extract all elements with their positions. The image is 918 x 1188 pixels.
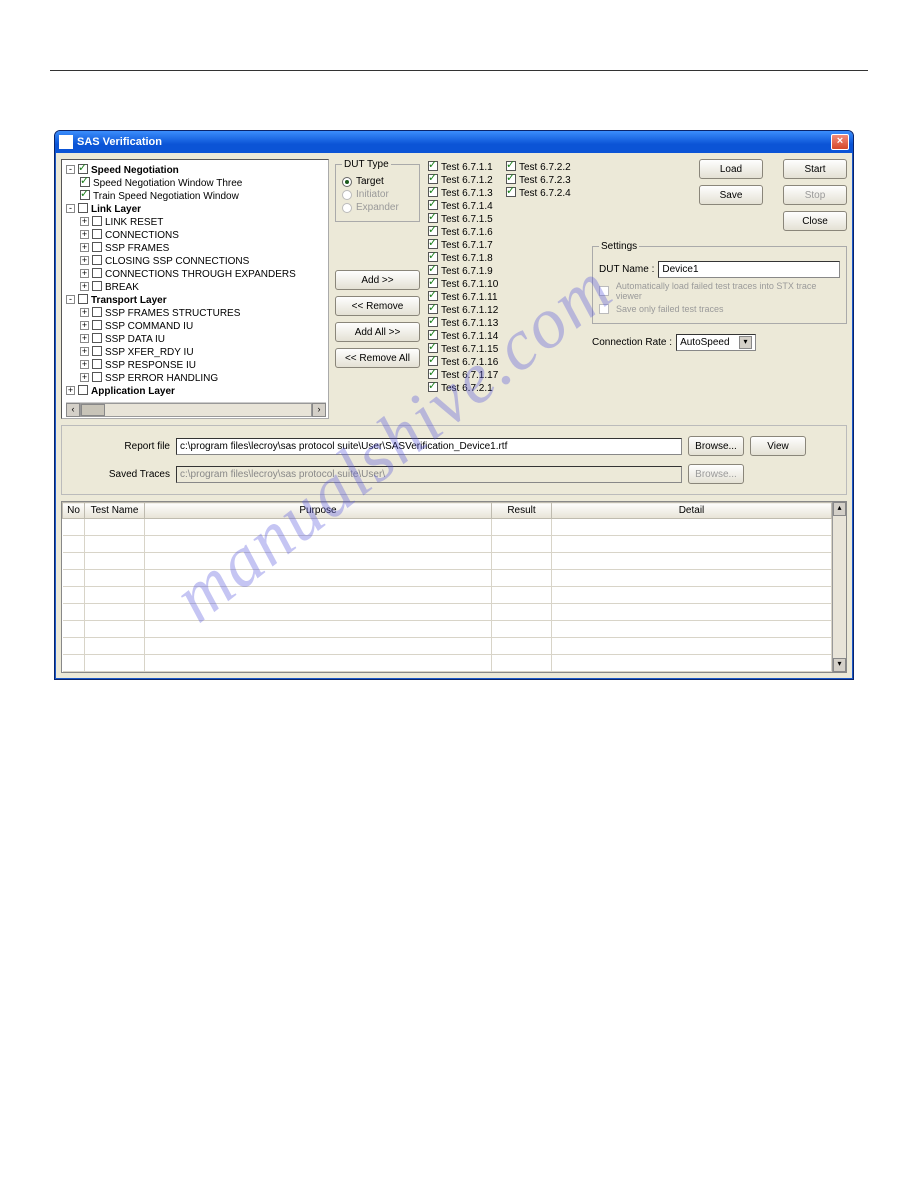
scroll-up-icon[interactable]: ▴	[833, 502, 846, 516]
chevron-down-icon[interactable]: ▾	[739, 336, 752, 349]
file-paths-panel: Report file Browse... View Saved Traces …	[61, 425, 847, 495]
dut-type-expander: Expander	[342, 202, 413, 213]
report-file-input[interactable]	[176, 438, 682, 455]
report-view-button[interactable]: View	[750, 436, 806, 456]
dut-type-group: DUT Type Target Initiator Expander	[335, 159, 420, 222]
results-grid[interactable]: No Test Name Purpose Result Detail	[61, 501, 847, 673]
col-test-name[interactable]: Test Name	[85, 503, 145, 519]
start-button[interactable]: Start	[783, 159, 847, 179]
connection-rate-combo[interactable]: AutoSpeed ▾	[676, 334, 756, 351]
close-button[interactable]: Close	[783, 211, 847, 231]
test-category-tree[interactable]: -Speed Negotiation Speed Negotiation Win…	[61, 159, 329, 419]
scroll-left-icon[interactable]: ‹	[66, 403, 80, 417]
app-icon	[59, 135, 73, 149]
dut-type-target[interactable]: Target	[342, 176, 413, 187]
close-icon[interactable]: ×	[831, 134, 849, 150]
dut-type-initiator: Initiator	[342, 189, 413, 200]
col-purpose[interactable]: Purpose	[145, 503, 492, 519]
table-row	[63, 553, 832, 570]
dut-name-input[interactable]	[658, 261, 840, 278]
scroll-down-icon[interactable]: ▾	[833, 658, 846, 672]
remove-all-button[interactable]: << Remove All	[335, 348, 420, 368]
table-row	[63, 655, 832, 672]
table-row	[63, 519, 832, 536]
save-failed-traces-checkbox: Save only failed test traces	[599, 304, 840, 314]
grid-vertical-scrollbar[interactable]: ▴ ▾	[832, 502, 846, 672]
stop-button: Stop	[783, 185, 847, 205]
remove-button[interactable]: << Remove	[335, 296, 420, 316]
selected-tests-list[interactable]: Test 6.7.1.1 Test 6.7.1.2 Test 6.7.1.3 T…	[426, 159, 586, 419]
table-row	[63, 570, 832, 587]
add-button[interactable]: Add >>	[335, 270, 420, 290]
load-button[interactable]: Load	[699, 159, 763, 179]
settings-group: Settings DUT Name : Automatically load f…	[592, 241, 847, 324]
window-title: SAS Verification	[77, 136, 831, 148]
saved-traces-input	[176, 466, 682, 483]
auto-load-traces-checkbox: Automatically load failed test traces in…	[599, 281, 840, 301]
table-row	[63, 638, 832, 655]
col-result[interactable]: Result	[492, 503, 552, 519]
saved-traces-label: Saved Traces	[102, 469, 170, 480]
report-browse-button[interactable]: Browse...	[688, 436, 744, 456]
sas-verification-window: SAS Verification × -Speed Negotiation Sp…	[54, 130, 854, 680]
col-detail[interactable]: Detail	[552, 503, 832, 519]
scroll-right-icon[interactable]: ›	[312, 403, 326, 417]
table-row	[63, 621, 832, 638]
add-all-button[interactable]: Add All >>	[335, 322, 420, 342]
save-button[interactable]: Save	[699, 185, 763, 205]
report-file-label: Report file	[102, 441, 170, 452]
traces-browse-button: Browse...	[688, 464, 744, 484]
tree-horizontal-scrollbar[interactable]: ‹ ›	[66, 402, 326, 416]
dut-name-label: DUT Name :	[599, 264, 654, 275]
table-row	[63, 604, 832, 621]
window-titlebar[interactable]: SAS Verification ×	[55, 131, 853, 153]
col-no[interactable]: No	[63, 503, 85, 519]
table-row	[63, 587, 832, 604]
connection-rate-label: Connection Rate :	[592, 337, 672, 348]
table-row	[63, 536, 832, 553]
